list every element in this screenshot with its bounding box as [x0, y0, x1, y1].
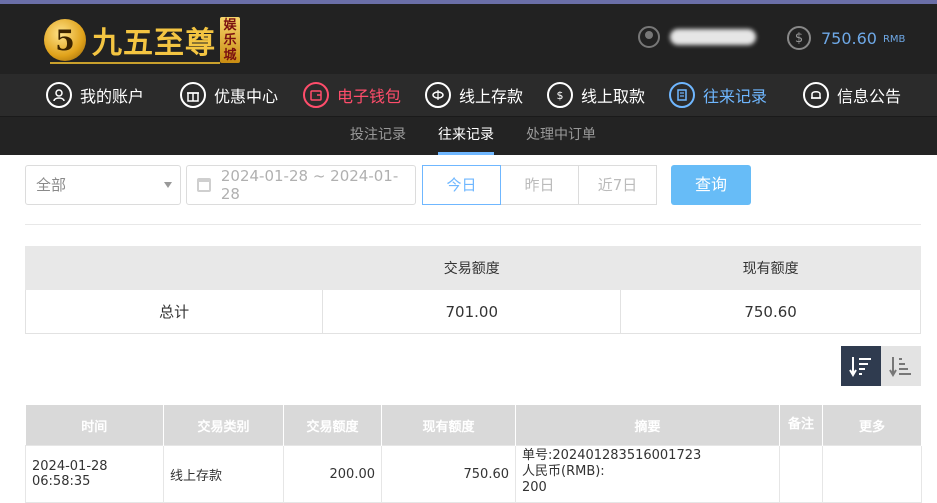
sort-ascending-icon — [889, 357, 911, 377]
cell-time: 2024-01-28 06:58:35 — [25, 445, 164, 503]
nav-item-promotions[interactable]: 优惠中心 — [180, 74, 278, 116]
nav-label: 线上存款 — [459, 87, 524, 106]
summary-current-value: 750.60 — [620, 289, 921, 334]
summary-amount: 200 — [522, 480, 547, 495]
user-account[interactable] — [638, 26, 756, 48]
summary-table: 交易额度 现有额度 总计 701.00 750.60 — [24, 246, 921, 334]
header-balance[interactable]: 现有额度 — [381, 405, 516, 446]
cell-more[interactable] — [822, 445, 922, 503]
table-row: 2024-01-28 06:58:35 线上存款 200.00 750.60 单… — [25, 445, 922, 503]
sort-descending-button[interactable] — [841, 346, 881, 386]
header-amount[interactable]: 交易额度 — [283, 405, 382, 446]
summary-row: 总计 701.00 750.60 — [24, 289, 921, 334]
sort-ascending-button[interactable] — [881, 346, 921, 386]
summary-header-row: 交易额度 现有额度 — [24, 246, 921, 290]
type-select-value: 全部 — [36, 176, 67, 194]
logo-subtitle: 娱乐城 — [220, 17, 240, 63]
query-button[interactable]: 查询 — [671, 165, 751, 205]
summary-header-blank — [24, 246, 324, 290]
nav-item-my-account[interactable]: 我的账户 — [46, 74, 144, 116]
nav-item-transaction-records[interactable]: 往来记录 — [669, 74, 767, 116]
balance-display: $ 750.60 RMB — [787, 26, 905, 50]
balance-unit: RMB — [882, 34, 906, 45]
nav-item-announcements[interactable]: 信息公告 — [803, 74, 901, 116]
tab-transaction-records[interactable]: 往来记录 — [438, 117, 494, 155]
withdraw-icon: $ — [547, 82, 573, 108]
nav-item-e-wallet[interactable]: 电子钱包 — [303, 74, 401, 116]
cell-amount: 200.00 — [283, 445, 382, 503]
username-redacted — [670, 29, 756, 45]
last-7-days-button[interactable]: 近7日 — [578, 165, 657, 205]
dollar-icon: $ — [787, 26, 811, 50]
cell-type: 线上存款 — [163, 445, 284, 503]
cell-balance: 750.60 — [381, 445, 516, 503]
user-avatar-icon — [638, 26, 660, 48]
summary-header-current: 现有额度 — [620, 246, 921, 290]
summary-order-number: 单号:202401283516001723 — [522, 448, 702, 463]
deposit-icon — [425, 82, 451, 108]
nav-label: 信息公告 — [837, 87, 902, 106]
date-range-picker[interactable]: 2024-01-28 ~ 2024-01-28 — [186, 165, 416, 205]
type-select[interactable]: 全部 — [25, 165, 181, 205]
divider — [25, 224, 921, 225]
nav-label: 往来记录 — [703, 87, 768, 106]
nav-item-online-withdraw[interactable]: $ 线上取款 — [547, 74, 645, 116]
nav-label: 优惠中心 — [214, 87, 279, 106]
site-header: 5 九五至尊 娱乐城 $ 750.60 RMB — [0, 4, 937, 74]
yesterday-button[interactable]: 昨日 — [500, 165, 579, 205]
bell-icon — [803, 82, 829, 108]
nav-label: 电子钱包 — [337, 87, 402, 106]
summary-total-label: 总计 — [24, 289, 324, 334]
sort-buttons — [841, 346, 921, 386]
calendar-icon — [197, 178, 211, 192]
wallet-icon — [303, 82, 329, 108]
user-icon — [46, 82, 72, 108]
summary-header-transaction: 交易额度 — [322, 246, 622, 290]
quick-date-buttons: 今日 昨日 近7日 — [422, 165, 657, 205]
balance-amount: 750.60 — [821, 28, 877, 48]
records-header-row: 时间 交易类别 交易额度 现有额度 摘要 备注 更多 — [25, 405, 922, 446]
logo-mark: 5 — [44, 19, 86, 61]
nav-item-online-deposit[interactable]: 线上存款 — [425, 74, 523, 116]
date-range-value: 2024-01-28 ~ 2024-01-28 — [220, 167, 399, 203]
header-summary: 摘要 — [515, 405, 780, 446]
gift-icon — [180, 82, 206, 108]
today-button[interactable]: 今日 — [422, 165, 501, 205]
logo-underline — [50, 62, 220, 64]
nav-label: 我的账户 — [80, 87, 145, 106]
sub-nav: 投注记录 往来记录 处理中订单 — [0, 117, 937, 155]
site-logo[interactable]: 5 九五至尊 娱乐城 — [44, 14, 240, 66]
cell-summary: 单号:202401283516001723 人民币(RMB): 200 — [515, 445, 780, 503]
header-note: 备注 — [779, 405, 823, 446]
tab-pending-orders[interactable]: 处理中订单 — [526, 117, 596, 155]
logo-text: 九五至尊 — [92, 26, 216, 61]
main-nav: 我的账户 优惠中心 电子钱包 线上存款 $ 线上取款 往来记录 信息公告 — [0, 74, 937, 117]
tab-bet-records[interactable]: 投注记录 — [350, 117, 406, 155]
header-time[interactable]: 时间 — [25, 405, 164, 446]
header-more: 更多 — [822, 405, 922, 446]
summary-transaction-value: 701.00 — [322, 289, 622, 334]
chevron-down-icon — [164, 182, 172, 188]
records-table: 时间 交易类别 交易额度 现有额度 摘要 备注 更多 2024-01-28 06… — [25, 405, 922, 503]
sort-descending-icon — [849, 357, 871, 377]
nav-label: 线上取款 — [581, 87, 646, 106]
summary-currency: 人民币(RMB): — [522, 464, 605, 479]
records-icon — [669, 82, 695, 108]
cell-note — [779, 445, 823, 503]
header-type[interactable]: 交易类别 — [163, 405, 284, 446]
svg-text:$: $ — [557, 89, 564, 102]
